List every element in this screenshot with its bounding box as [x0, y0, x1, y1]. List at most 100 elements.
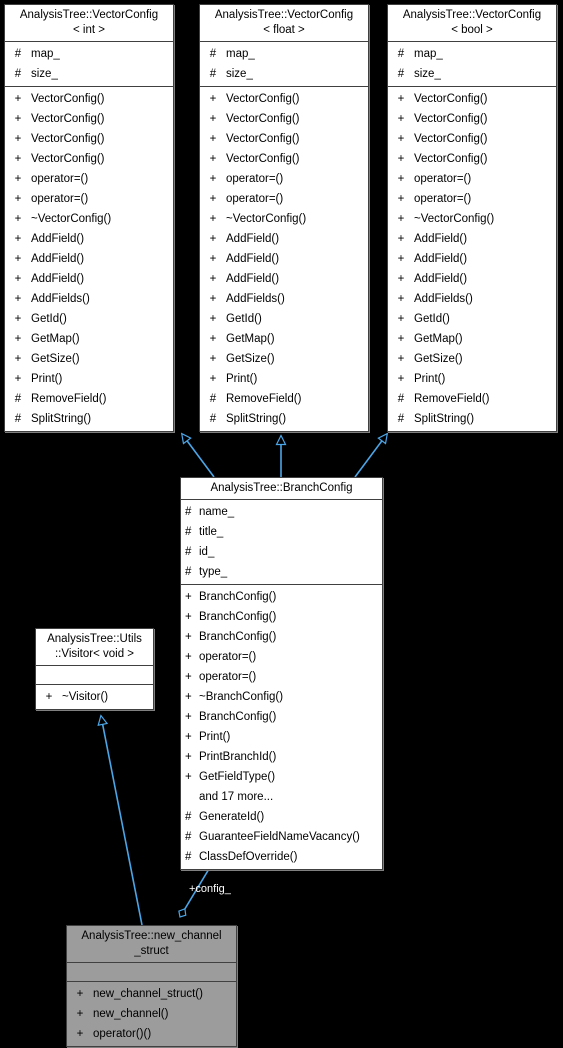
member-name: RemoveField() — [226, 393, 302, 405]
visibility-marker: # — [14, 393, 22, 405]
class-box-visitor[interactable]: AnalysisTree::Utils ::Visitor< void > + ~… — [35, 628, 154, 710]
member-name: GetMap() — [31, 333, 80, 345]
visibility-marker: + — [14, 353, 22, 365]
method-row: + operator=() — [181, 647, 382, 667]
attribute-row: # map_ — [388, 44, 556, 64]
visibility-marker: + — [185, 711, 192, 723]
method-row: + AddField() — [388, 269, 556, 289]
visibility-marker: + — [397, 233, 405, 245]
method-row: + AddField() — [5, 269, 173, 289]
visibility-marker: # — [209, 393, 217, 405]
visibility-marker: + — [397, 113, 405, 125]
method-row: + operator=() — [181, 667, 382, 687]
visibility-marker: + — [14, 313, 22, 325]
visibility-marker: # — [397, 393, 405, 405]
attribute-row: # id_ — [181, 542, 382, 562]
member-name: VectorConfig() — [414, 153, 488, 165]
visibility-marker: + — [397, 133, 405, 145]
member-name: operator=() — [31, 173, 89, 185]
visibility-marker: + — [397, 313, 405, 325]
visibility-marker: + — [397, 153, 405, 165]
member-name: map_ — [31, 48, 60, 60]
method-row: # RemoveField() — [200, 389, 368, 409]
method-row: + VectorConfig() — [200, 109, 368, 129]
method-row: # SplitString() — [200, 409, 368, 429]
member-name: AddField() — [31, 273, 85, 285]
attributes-section — [36, 666, 153, 685]
attribute-row: # size_ — [388, 64, 556, 84]
method-row: # SplitString() — [388, 409, 556, 429]
visibility-marker: + — [185, 591, 192, 603]
attribute-row: # name_ — [181, 502, 382, 522]
method-row: + AddField() — [200, 269, 368, 289]
visibility-marker: + — [185, 751, 192, 763]
visibility-marker: + — [209, 373, 217, 385]
method-row: # GuaranteeFieldNameVacancy() — [181, 827, 382, 847]
visibility-marker: + — [14, 373, 22, 385]
member-name: id_ — [199, 546, 215, 558]
member-name: GetMap() — [414, 333, 463, 345]
method-row: + AddFields() — [5, 289, 173, 309]
method-row: + operator=() — [388, 189, 556, 209]
method-row: + AddField() — [388, 229, 556, 249]
visibility-marker: + — [14, 253, 22, 265]
method-row: + GetMap() — [200, 329, 368, 349]
visibility-marker: + — [209, 113, 217, 125]
member-name: RemoveField() — [31, 393, 107, 405]
visibility-marker: + — [14, 113, 22, 125]
method-row: + Print() — [181, 727, 382, 747]
member-name: ~VectorConfig() — [414, 213, 495, 225]
member-name: GuaranteeFieldNameVacancy() — [199, 831, 360, 843]
visibility-marker: + — [209, 233, 217, 245]
method-row: + VectorConfig() — [388, 149, 556, 169]
member-name: operator=() — [414, 193, 472, 205]
member-name: GetId() — [414, 313, 450, 325]
method-row: + GetId() — [388, 309, 556, 329]
member-name: BranchConfig() — [199, 631, 277, 643]
class-box-branchconfig[interactable]: AnalysisTree::BranchConfig # name_ # title… — [180, 477, 383, 870]
method-row: + Print() — [388, 369, 556, 389]
member-name: map_ — [226, 48, 255, 60]
class-title-visitor: AnalysisTree::Utils ::Visitor< void > — [36, 629, 153, 666]
visibility-marker: + — [397, 293, 405, 305]
class-title-vectorconfig-int: AnalysisTree::VectorConfig < int > — [5, 5, 173, 42]
visibility-marker: + — [209, 193, 217, 205]
member-name: BranchConfig() — [199, 611, 277, 623]
member-name: ~VectorConfig() — [31, 213, 112, 225]
member-name: Print() — [199, 731, 231, 743]
member-name: VectorConfig() — [31, 113, 105, 125]
class-title-new-channel-struct: AnalysisTree::new_channel _struct — [67, 926, 236, 963]
method-row: + AddField() — [388, 249, 556, 269]
member-name: size_ — [31, 68, 58, 80]
class-box-vectorconfig-int[interactable]: AnalysisTree::VectorConfig < int > # map… — [4, 4, 174, 432]
member-name: size_ — [414, 68, 441, 80]
member-name: title_ — [199, 526, 224, 538]
class-box-new-channel-struct[interactable]: AnalysisTree::new_channel _struct + new_c… — [66, 925, 237, 1047]
method-row: + AddField() — [200, 249, 368, 269]
method-row: # SplitString() — [5, 409, 173, 429]
member-name: and 17 more... — [199, 791, 274, 803]
member-name: ClassDefOverride() — [199, 851, 298, 863]
visibility-marker: + — [209, 213, 217, 225]
member-name: AddField() — [226, 233, 280, 245]
class-box-vectorconfig-float[interactable]: AnalysisTree::VectorConfig < float > # m… — [199, 4, 369, 432]
member-name: AddFields() — [226, 293, 285, 305]
method-row: + VectorConfig() — [388, 89, 556, 109]
method-row-more: and 17 more... — [181, 787, 382, 807]
method-row: + VectorConfig() — [5, 109, 173, 129]
method-row: + operator=() — [200, 189, 368, 209]
method-row: + VectorConfig() — [5, 149, 173, 169]
member-name: VectorConfig() — [226, 113, 300, 125]
visibility-marker: + — [209, 253, 217, 265]
method-row: + GetSize() — [388, 349, 556, 369]
class-box-vectorconfig-bool[interactable]: AnalysisTree::VectorConfig < bool > # ma… — [387, 4, 557, 432]
member-name: GetId() — [226, 313, 262, 325]
member-name: operator()() — [93, 1028, 152, 1040]
method-row: + GetId() — [200, 309, 368, 329]
member-name: AddField() — [414, 273, 468, 285]
visibility-marker: # — [185, 811, 192, 823]
member-name: ~Visitor() — [62, 691, 109, 703]
member-name: SplitString() — [226, 413, 287, 425]
attribute-row: # map_ — [5, 44, 173, 64]
attributes-section: # map_ # size_ — [200, 42, 368, 87]
